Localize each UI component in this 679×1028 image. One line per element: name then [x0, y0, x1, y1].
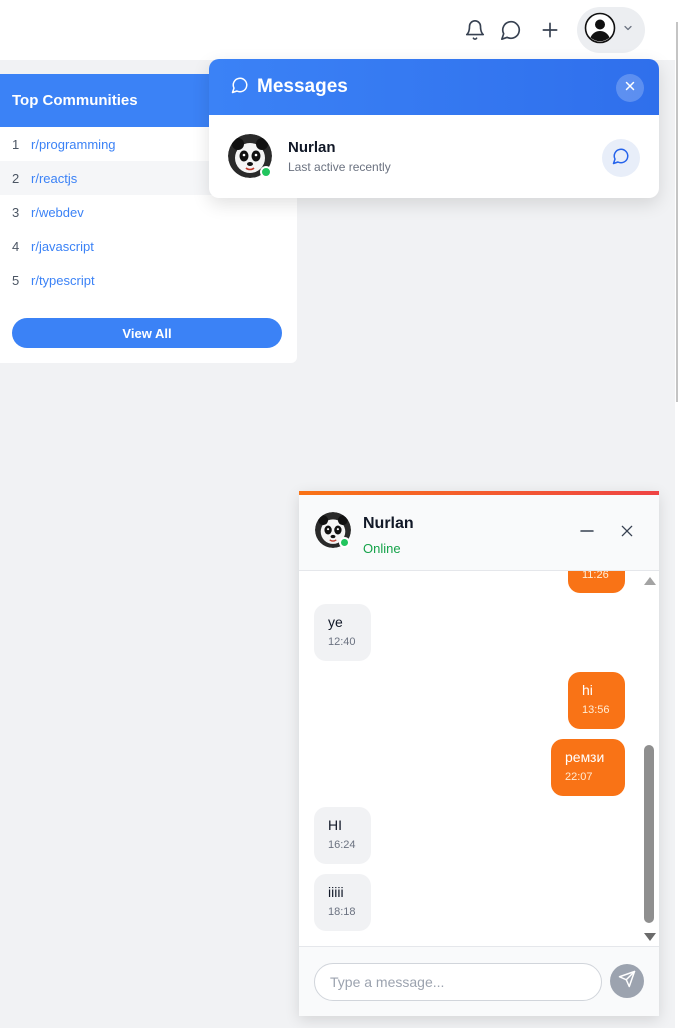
message-input[interactable]: [314, 963, 602, 1001]
message-bubble-incoming: ye 12:40: [314, 604, 371, 661]
community-link[interactable]: r/javascript: [31, 239, 94, 254]
community-rank: 1: [12, 136, 20, 152]
message-bubble-outgoing: hi 13:56: [568, 672, 625, 729]
community-rank: 2: [12, 170, 20, 186]
community-item[interactable]: 5 r/typescript: [0, 263, 297, 297]
close-icon: [623, 79, 637, 98]
message-text: iiiii: [328, 884, 344, 900]
conversation-row[interactable]: Nurlan Last active recently: [209, 115, 659, 198]
minimize-chat-button[interactable]: [576, 522, 598, 544]
messages-panel-header: Messages: [209, 59, 659, 115]
user-avatar-icon: [584, 12, 616, 49]
message-text: hi: [582, 682, 593, 698]
online-indicator: [339, 537, 350, 548]
page-scrollbar[interactable]: [675, 0, 679, 1028]
chat-scrollbar[interactable]: [641, 571, 658, 946]
chat-contact-name: Nurlan: [363, 515, 414, 532]
open-chat-button[interactable]: [602, 139, 640, 177]
community-item[interactable]: 4 r/javascript: [0, 229, 297, 263]
message-bubble-incoming: HI 16:24: [314, 807, 371, 864]
message-time: 22:07: [565, 771, 593, 783]
top-bar: [0, 0, 679, 60]
chat-window: Nurlan Online 11:26 ye 12:40 hi 13:56 ре…: [299, 491, 659, 1016]
message-time: 18:18: [328, 906, 356, 918]
message-bubble-outgoing: 11:26: [568, 571, 625, 593]
bell-icon[interactable]: [463, 16, 487, 44]
messages-panel-title: Messages: [257, 76, 348, 97]
chat-footer: [299, 946, 659, 1016]
online-indicator: [260, 166, 272, 178]
community-rank: 4: [12, 238, 20, 254]
scroll-up-arrow-icon[interactable]: [644, 577, 656, 585]
message-time: 16:24: [328, 839, 356, 851]
chat-scrollbar-thumb[interactable]: [644, 745, 654, 923]
chat-bubble-icon[interactable]: [499, 16, 523, 44]
message-bubble-outgoing: ремзи 22:07: [551, 739, 625, 796]
plus-icon[interactable]: [538, 16, 562, 44]
message-time: 13:56: [582, 704, 610, 716]
message-bubble-incoming: iiiii 18:18: [314, 874, 371, 931]
chat-header: Nurlan Online: [299, 495, 659, 571]
community-item[interactable]: 3 r/webdev: [0, 195, 297, 229]
community-link[interactable]: r/typescript: [31, 273, 95, 288]
close-messages-button[interactable]: [616, 74, 644, 102]
conversation-subtitle: Last active recently: [288, 160, 391, 174]
chevron-down-icon: [622, 21, 634, 39]
message-text: ye: [328, 614, 343, 630]
minus-icon: [578, 522, 596, 545]
message-time: 12:40: [328, 636, 356, 648]
scroll-down-arrow-icon[interactable]: [644, 933, 656, 941]
close-icon: [619, 523, 635, 544]
message-time: 11:26: [582, 571, 609, 581]
community-link[interactable]: r/reactjs: [31, 171, 77, 186]
chat-bubble-icon: [612, 147, 630, 170]
chat-bubble-icon: [231, 76, 249, 99]
community-rank: 5: [12, 272, 20, 288]
chat-messages[interactable]: 11:26 ye 12:40 hi 13:56 ремзи 22:07 HI 1…: [299, 571, 659, 946]
send-button[interactable]: [610, 964, 644, 998]
user-menu-button[interactable]: [577, 7, 645, 53]
message-text: HI: [328, 817, 342, 833]
chat-contact-status: Online: [363, 541, 401, 556]
view-all-button[interactable]: View All: [12, 318, 282, 348]
community-rank: 3: [12, 204, 20, 220]
community-link[interactable]: r/programming: [31, 137, 116, 152]
conversation-name: Nurlan: [288, 139, 336, 156]
messages-panel: Messages Nurlan Last active recently: [209, 59, 659, 198]
close-chat-button[interactable]: [616, 522, 638, 544]
page-scrollbar-thumb[interactable]: [676, 22, 678, 402]
send-icon: [618, 970, 636, 993]
message-text: ремзи: [565, 749, 605, 765]
community-link[interactable]: r/webdev: [31, 205, 84, 220]
